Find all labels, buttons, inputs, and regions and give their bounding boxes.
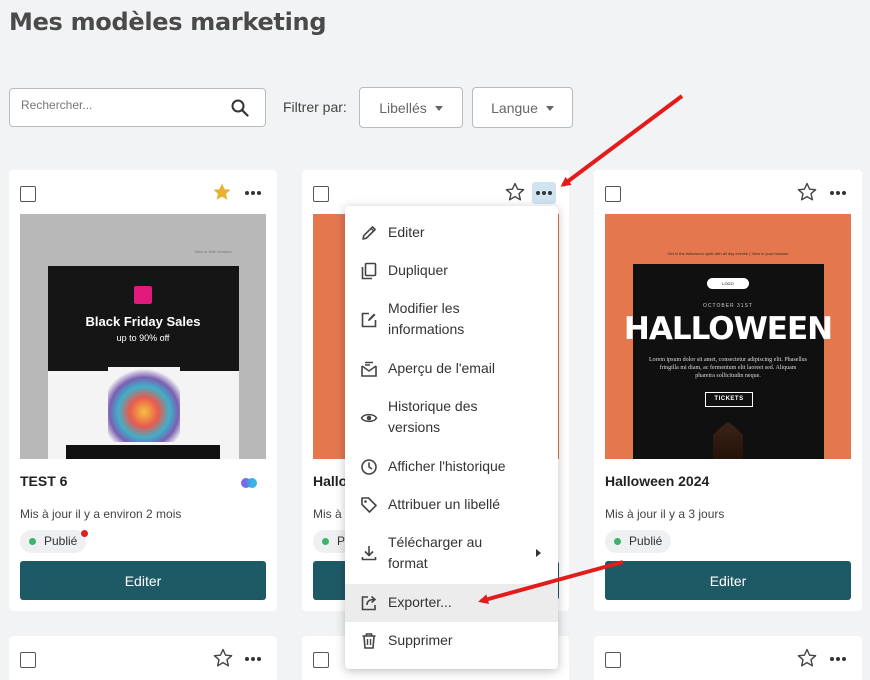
download-icon [361,546,377,561]
menu-item-label: Dupliquer [388,262,448,278]
thumb-subline: up to 90% off [116,333,170,343]
pencil-icon [362,225,376,240]
menu-item-afficher-historique[interactable]: Afficher l'historique [345,456,558,477]
thumb-logo-pill: LOGO [707,278,749,289]
multi-language-icon [241,478,257,488]
template-thumbnail[interactable]: View in Web browser Black Friday Sales u… [20,214,266,459]
thumb-body: Lorem ipsum dolor sit amet, consectetur … [649,357,807,379]
star-outline-icon[interactable] [797,648,817,668]
menu-item-label: Télécharger au format [388,534,483,571]
search-box[interactable] [9,88,266,127]
chevron-right-icon [536,549,541,557]
more-options-icon[interactable] [241,182,265,204]
menu-item-telecharger-format[interactable]: Télécharger au format [345,532,558,574]
brand-logo [134,286,152,304]
search-icon[interactable] [231,99,249,117]
menu-item-label: Exporter... [388,594,452,610]
more-options-icon[interactable] [826,648,850,670]
menu-item-label: Modifier les informations [388,300,465,337]
card-title: Hallo [313,473,348,489]
caret-down-icon [434,106,443,111]
duplicate-icon [361,262,377,279]
filter-label: Filtrer par: [283,99,347,115]
edit-info-icon [361,312,377,328]
caret-down-icon [545,106,554,111]
eye-icon [360,413,378,423]
more-options-icon[interactable] [826,182,850,204]
menu-item-label: Attribuer un libellé [388,496,501,512]
select-checkbox[interactable] [605,186,621,202]
menu-item-exporter[interactable]: Exporter... [345,584,558,622]
status-badge: Publié [605,530,672,553]
star-outline-icon[interactable] [505,182,525,202]
select-checkbox[interactable] [605,652,621,668]
template-card: Get in the halloween spirit with all day… [594,170,862,611]
menu-item-label: Historique des versions [388,398,478,435]
more-options-icon[interactable] [241,648,265,670]
more-options-icon[interactable] [532,182,556,204]
menu-item-label: Supprimer [388,632,453,648]
menu-item-apercu-email[interactable]: Aperçu de l'email [345,358,558,379]
labels-dropdown[interactable]: Libellés [359,87,463,128]
template-card: View in Web browser Black Friday Sales u… [9,170,277,611]
status-label: Publié [44,534,78,548]
thumb-headline: HALLOWEEN [623,311,833,347]
card-title: TEST 6 [20,473,68,489]
select-checkbox[interactable] [313,186,329,202]
thumb-tickets-button: TICKETS [705,392,753,407]
template-card [9,636,277,680]
edit-button[interactable]: Editer [20,561,266,600]
thumb-date: OCTOBER 31ST [703,303,753,309]
menu-item-label: Aperçu de l'email [388,360,495,376]
card-updated: Mis à jour il y a 3 jours [605,507,725,521]
menu-item-label: Editer [388,224,425,240]
select-checkbox[interactable] [313,652,329,668]
thumb-tiny-text: View in Web browser [194,249,232,254]
labels-dropdown-label: Libellés [379,99,427,116]
menu-item-historique-versions[interactable]: Historique des versions [345,396,558,438]
trash-icon [362,632,376,649]
menu-item-modifier-informations[interactable]: Modifier les informations [345,298,558,340]
menu-item-editer[interactable]: Editer [345,222,558,243]
select-checkbox[interactable] [20,186,36,202]
history-icon [361,458,377,475]
star-filled-icon[interactable] [212,182,232,202]
edit-button[interactable]: Editer [605,561,851,600]
card-updated: Mis à [313,507,342,521]
export-icon [361,595,377,611]
menu-item-attribuer-libelle[interactable]: Attribuer un libellé [345,494,558,515]
status-label: P [337,534,346,548]
thumb-headline: Black Friday Sales [85,314,201,329]
thumb-topline: Get in the halloween spirit with all day… [667,251,789,256]
language-dropdown[interactable]: Langue [472,87,573,128]
menu-item-label: Afficher l'historique [388,458,506,474]
select-checkbox[interactable] [20,652,36,668]
star-outline-icon[interactable] [213,648,233,668]
star-outline-icon[interactable] [797,182,817,202]
tag-icon [361,496,377,513]
status-badge: Publié [20,530,89,553]
template-card [594,636,862,680]
card-updated: Mis à jour il y a environ 2 mois [20,507,182,521]
template-thumbnail[interactable]: Get in the halloween spirit with all day… [605,214,851,459]
context-menu: Editer Dupliquer Modifier les informatio… [345,206,558,669]
menu-item-dupliquer[interactable]: Dupliquer [345,260,558,281]
menu-item-supprimer[interactable]: Supprimer [345,630,558,651]
status-label: Publié [629,534,663,548]
card-title: Halloween 2024 [605,473,710,489]
page-title: Mes modèles marketing [9,8,327,36]
search-input[interactable] [21,98,221,112]
email-preview-icon [361,361,377,377]
notification-dot [81,530,89,537]
paint-splash-image [108,367,180,442]
language-dropdown-label: Langue [491,99,538,116]
